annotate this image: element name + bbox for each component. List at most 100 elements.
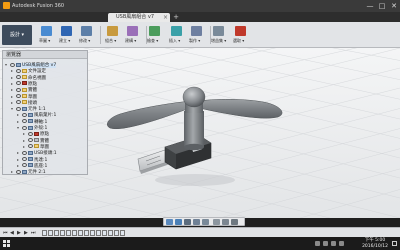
tray-battery-icon[interactable] bbox=[331, 241, 336, 246]
timeline-control-button[interactable]: ⏮ bbox=[3, 230, 8, 236]
toolbar-tool-icon[interactable] bbox=[107, 26, 118, 36]
toolbar-group-label[interactable]: 建構 ▾ bbox=[125, 38, 136, 44]
timeline-control-button[interactable]: ▶ bbox=[17, 230, 21, 236]
timeline-control-button[interactable]: ⏭ bbox=[31, 230, 36, 236]
toolbar-tool-icon[interactable] bbox=[235, 26, 246, 36]
toolbar-group-label[interactable]: 組合 ▾ bbox=[105, 38, 116, 44]
browser-header: 瀏覽器 bbox=[3, 51, 87, 59]
toolbar-group-4[interactable]: 建構 ▾ bbox=[124, 24, 144, 46]
tray-volume-icon[interactable] bbox=[323, 241, 328, 246]
toolbar-tool-icon[interactable] bbox=[127, 26, 138, 36]
browser-tree-node[interactable]: ▸ 元件 2:1 bbox=[11, 168, 46, 175]
browser-panel[interactable]: 瀏覽器 ▾ USB風扇組合 v7 ▸ 文件設定 ▸ 命名視圖 ▸ 原點 ▸ 實體 ▸ 草圖 ▸ 接頭 ▾ 元件… bbox=[2, 50, 88, 175]
fit-icon[interactable] bbox=[202, 219, 209, 225]
timeline-feature-icon[interactable] bbox=[96, 230, 101, 236]
toolbar-tool-icon[interactable] bbox=[61, 26, 72, 36]
toolbar-group-1[interactable]: 建立 ▾ bbox=[58, 24, 78, 46]
toolbar-group-label[interactable]: 增益集 ▾ bbox=[211, 38, 226, 44]
timeline[interactable]: ⏮ ◀ ▶ ▶ ⏭ bbox=[0, 227, 400, 237]
component-icon bbox=[16, 62, 21, 67]
tray-ime-icon[interactable] bbox=[339, 241, 344, 246]
toolbar-tool-icon[interactable] bbox=[41, 26, 52, 36]
tray-network-icon[interactable] bbox=[315, 241, 320, 246]
toolbar-tool-icon[interactable] bbox=[171, 26, 182, 36]
toolbar-group-0[interactable]: 草圖 ▾ bbox=[38, 24, 58, 46]
toolbar-group-6[interactable]: 插入 ▾ bbox=[168, 24, 188, 46]
toolbar-tool-icon[interactable] bbox=[213, 26, 224, 36]
timeline-feature-icon[interactable] bbox=[42, 230, 47, 236]
toolbar-group-5[interactable]: 檢查 ▾ bbox=[146, 24, 166, 46]
toolbar-group-9[interactable]: 選取 ▾ bbox=[232, 24, 252, 46]
timeline-feature-icon[interactable] bbox=[66, 230, 71, 236]
visibility-eye-icon[interactable] bbox=[16, 94, 21, 98]
visibility-eye-icon[interactable] bbox=[16, 75, 21, 80]
close-tab-icon[interactable]: × bbox=[163, 13, 168, 22]
maximize-button[interactable]: □ bbox=[376, 0, 388, 12]
toolbar-group-7[interactable]: 製作 ▾ bbox=[188, 24, 208, 46]
look-at-icon[interactable] bbox=[175, 219, 182, 225]
timeline-feature-icon[interactable] bbox=[60, 230, 65, 236]
taskbar-clock[interactable]: 下午 5:00 2016/10/12 bbox=[362, 238, 388, 249]
visibility-eye-icon[interactable] bbox=[28, 131, 33, 136]
toolbar-group-label[interactable]: 檢查 ▾ bbox=[147, 38, 158, 44]
visibility-eye-icon[interactable] bbox=[22, 112, 27, 117]
toolbar-group-3[interactable]: 組合 ▾ bbox=[104, 24, 124, 46]
toolbar-group-label[interactable]: 插入 ▾ bbox=[169, 38, 180, 44]
workspace-switcher[interactable]: 設計 ▾ bbox=[2, 25, 32, 45]
toolbar-tool-icon[interactable] bbox=[191, 26, 202, 36]
document-tab[interactable]: USB風扇組合 v7 × bbox=[108, 13, 170, 22]
timeline-feature-icon[interactable] bbox=[102, 230, 107, 236]
toolbar-group-label[interactable]: 製作 ▾ bbox=[189, 38, 200, 44]
visibility-eye-icon[interactable] bbox=[22, 150, 27, 155]
timeline-feature-icon[interactable] bbox=[90, 230, 95, 236]
minimize-button[interactable]: — bbox=[364, 0, 376, 12]
timeline-feature-icon[interactable] bbox=[114, 230, 119, 236]
visibility-eye-icon[interactable] bbox=[22, 163, 27, 168]
timeline-feature-icon[interactable] bbox=[54, 230, 59, 236]
origin-icon bbox=[34, 131, 39, 136]
toolbar-group-label[interactable]: 草圖 ▾ bbox=[39, 38, 50, 44]
timeline-feature-icon[interactable] bbox=[84, 230, 89, 236]
timeline-feature-icon[interactable] bbox=[78, 230, 83, 236]
toolbar-tool-icon[interactable] bbox=[149, 26, 160, 36]
toolbar-group-label[interactable]: 選取 ▾ bbox=[233, 38, 244, 44]
visibility-eye-icon[interactable] bbox=[16, 169, 21, 174]
grid-settings-icon[interactable] bbox=[222, 219, 229, 225]
timeline-control-button[interactable]: ◀ bbox=[10, 230, 14, 236]
orbit-icon[interactable] bbox=[166, 219, 173, 225]
folder-icon bbox=[22, 87, 27, 92]
timeline-control-button[interactable]: ▶ bbox=[24, 230, 28, 236]
timeline-feature-icon[interactable] bbox=[48, 230, 53, 236]
visibility-eye-icon[interactable] bbox=[16, 100, 21, 105]
toolbar-group-8[interactable]: 增益集 ▾ bbox=[210, 24, 230, 46]
visibility-eye-icon[interactable] bbox=[22, 119, 27, 124]
visibility-eye-icon[interactable] bbox=[16, 68, 21, 73]
toolbar-group-label[interactable]: 建立 ▾ bbox=[59, 38, 70, 44]
visibility-eye-icon[interactable] bbox=[28, 138, 33, 143]
zoom-icon[interactable] bbox=[193, 219, 200, 225]
toolbar-group-label[interactable]: 修改 ▾ bbox=[79, 38, 90, 44]
toolbar-group-2[interactable]: 修改 ▾ bbox=[78, 24, 98, 46]
timeline-feature-icon[interactable] bbox=[108, 230, 113, 236]
visibility-eye-icon[interactable] bbox=[10, 62, 15, 67]
new-tab-button[interactable]: + bbox=[172, 13, 180, 21]
toolbar-tool-icon[interactable] bbox=[81, 26, 92, 36]
main-toolbar: 設計 ▾ 草圖 ▾ 建立 ▾ 修改 ▾ 組合 ▾ 建構 ▾ 檢查 ▾ 插入 ▾ 製作 ▾ 增益集… bbox=[0, 22, 400, 48]
display-settings-icon[interactable] bbox=[213, 219, 220, 225]
fan-hub[interactable] bbox=[182, 86, 206, 113]
viewports-icon[interactable] bbox=[231, 219, 238, 225]
timeline-feature-icon[interactable] bbox=[120, 230, 125, 236]
visibility-eye-icon[interactable] bbox=[16, 81, 21, 86]
fan-stem[interactable] bbox=[184, 111, 204, 151]
browser-node-label[interactable]: 元件 2:1 bbox=[28, 170, 46, 175]
notification-icon[interactable] bbox=[392, 241, 397, 246]
visibility-eye-icon[interactable] bbox=[22, 157, 27, 161]
close-button[interactable]: ✕ bbox=[388, 0, 400, 12]
visibility-eye-icon[interactable] bbox=[22, 125, 27, 130]
pan-icon[interactable] bbox=[184, 219, 191, 225]
visibility-eye-icon[interactable] bbox=[28, 144, 33, 149]
windows-start-icon[interactable] bbox=[3, 240, 10, 247]
visibility-eye-icon[interactable] bbox=[16, 106, 21, 111]
timeline-feature-icon[interactable] bbox=[72, 230, 77, 236]
visibility-eye-icon[interactable] bbox=[16, 87, 21, 92]
